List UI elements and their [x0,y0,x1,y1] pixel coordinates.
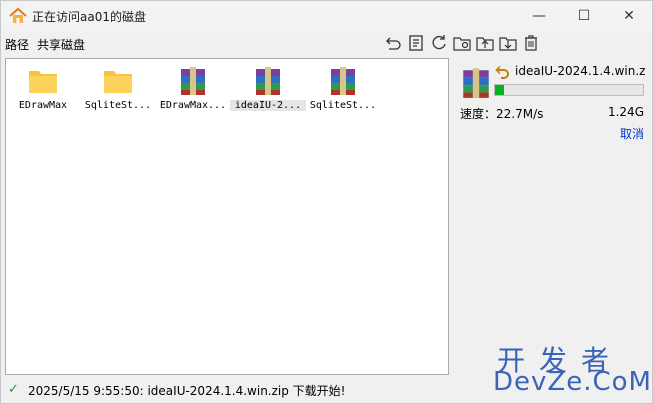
file-name: EDrawMax... [159,100,227,111]
home-app-icon [9,7,27,23]
rar-archive-icon [181,67,205,95]
document-icon[interactable] [407,34,425,52]
refresh-icon[interactable] [430,34,448,52]
maximize-button[interactable]: ☐ [564,1,604,31]
folder-icon [104,71,132,93]
status-message: 2025/5/15 9:55:50: ideaIU-2024.1.4.win.z… [28,384,346,398]
file-name: SqliteSt... [309,100,377,111]
download-speed: 速度：22.7M/s [460,107,544,121]
file-item-folder[interactable]: SqliteSt... [80,65,151,117]
title-bar[interactable]: 正在访问aa01的磁盘 — ☐ ✕ [1,1,652,31]
file-name: SqliteSt... [84,100,152,111]
menu-shared-disk[interactable]: 共享磁盘 [37,36,85,53]
rar-archive-icon [463,68,489,98]
close-button[interactable]: ✕ [609,1,649,31]
back-icon[interactable] [384,34,402,52]
file-list-pane[interactable]: EDrawMax SqliteSt... EDrawMax... ideaIU-… [5,58,449,375]
window-title: 正在访问aa01的磁盘 [32,10,146,24]
download-progress-bar [494,84,644,96]
main-window: 正在访问aa01的磁盘 — ☐ ✕ 路径 共享磁盘 EDrawMax Sqlit… [0,0,653,404]
check-icon: ✓ [8,382,19,397]
file-name: EDrawMax [18,100,68,111]
folder-icon [29,71,57,93]
file-item-folder[interactable]: EDrawMax [5,65,75,117]
progress-fill [495,85,504,95]
download-pane: ideaIU-2024.1.4.win.z 速度：22.7M/s 1.24G 取… [452,58,650,375]
status-bar: ✓ 2025/5/15 9:55:50: ideaIU-2024.1.4.win… [1,377,652,403]
rar-archive-icon [256,67,280,95]
delete-icon[interactable] [522,34,540,52]
download-folder-icon[interactable] [499,34,517,52]
download-filename: ideaIU-2024.1.4.win.z [515,64,646,78]
undo-arrow-icon[interactable] [494,64,510,80]
upload-folder-icon[interactable] [476,34,494,52]
file-item-archive[interactable]: EDrawMax... [155,65,226,117]
menu-path[interactable]: 路径 [5,36,29,53]
minimize-button[interactable]: — [519,1,559,31]
settings-folder-icon[interactable] [453,34,471,52]
cancel-link[interactable]: 取消 [620,125,644,142]
file-item-archive[interactable]: SqliteSt... [305,65,376,117]
file-name: ideaIU-2... [230,100,306,111]
rar-archive-icon [331,67,355,95]
download-size: 1.24G [607,105,644,119]
file-item-archive[interactable]: ideaIU-2... [230,65,306,117]
menu-bar: 路径 共享磁盘 [1,32,652,56]
